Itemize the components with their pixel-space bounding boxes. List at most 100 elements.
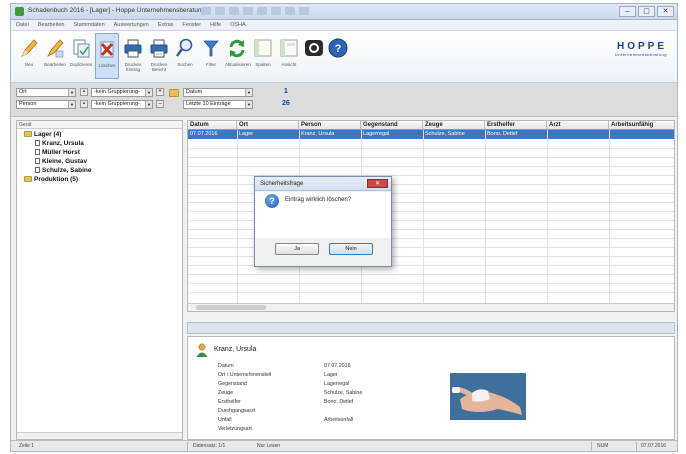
tree-item-kleine[interactable]: Kleine, Gustav bbox=[35, 158, 87, 165]
menu-stammdaten[interactable]: Stammdaten bbox=[73, 20, 104, 30]
quick-access-toolbar bbox=[201, 7, 371, 16]
menu-bearbeiten[interactable]: Bearbeiten bbox=[38, 20, 65, 30]
close-window-button[interactable]: ✕ bbox=[657, 6, 674, 17]
delete-icon bbox=[97, 38, 117, 60]
search-button[interactable]: Suchen bbox=[173, 33, 197, 79]
detail-value: Lagerregal bbox=[324, 381, 350, 387]
detail-value: Bono, Detlef bbox=[324, 399, 354, 405]
detail-value: Arbeitsunfall bbox=[324, 417, 354, 423]
delete-button[interactable]: Löschen bbox=[95, 33, 119, 79]
print-report-button[interactable]: Drucken Bericht bbox=[147, 33, 171, 79]
tree-header: Gerät bbox=[17, 121, 182, 129]
help-button[interactable]: ? bbox=[327, 33, 349, 79]
detail-label: Datum bbox=[218, 363, 234, 369]
quick-open-icon[interactable] bbox=[271, 7, 281, 15]
remove-filter-button[interactable]: – bbox=[156, 100, 164, 108]
quick-redo-icon[interactable] bbox=[229, 7, 239, 15]
detail-label: Zeuge bbox=[218, 390, 234, 396]
menu-auswertungen[interactable]: Auswertungen bbox=[114, 20, 149, 30]
app-window: Schadenbuch 2016 - [Lager] - Hoppe Unter… bbox=[10, 3, 678, 452]
group-field-2-select[interactable]: Person ▼ bbox=[16, 100, 76, 109]
column-header-gegenstand[interactable]: Gegenstand bbox=[361, 121, 423, 130]
menu-bar: Datei Bearbeiten Stammdaten Auswertungen… bbox=[11, 20, 677, 31]
print-entry-button[interactable]: Drucken Eintrag bbox=[121, 33, 145, 79]
add-filter-button[interactable]: + bbox=[156, 88, 164, 96]
chevron-down-icon: ▼ bbox=[68, 89, 75, 96]
refresh-icon bbox=[227, 37, 247, 59]
folder-icon bbox=[169, 89, 179, 97]
period-select[interactable]: Letzte 10 Einträge ▼ bbox=[183, 100, 253, 109]
filter-toggle-1[interactable]: ▪ bbox=[80, 88, 88, 96]
filter-toggle-2[interactable]: ▪ bbox=[80, 100, 88, 108]
quick-new-icon[interactable] bbox=[257, 7, 267, 15]
no-button[interactable]: Nein bbox=[329, 243, 373, 255]
filter-button[interactable]: Filter bbox=[199, 33, 223, 79]
column-header-datum[interactable]: Datum bbox=[188, 121, 237, 130]
status-num: NUM bbox=[597, 443, 609, 449]
column-header-arzt[interactable]: Arzt bbox=[547, 121, 609, 130]
app-icon bbox=[15, 7, 24, 16]
duplicate-button[interactable]: Duplizieren bbox=[69, 33, 93, 79]
person-icon bbox=[196, 343, 208, 357]
document-icon bbox=[35, 149, 40, 155]
grouping-2-select[interactable]: -kein Gruppierung- ▼ bbox=[91, 100, 153, 109]
detail-value: Lager bbox=[324, 372, 338, 378]
menu-fenster[interactable]: Fenster bbox=[182, 20, 201, 30]
help-icon: ? bbox=[328, 37, 348, 59]
tree-item-mueller[interactable]: Müller Horst bbox=[35, 149, 80, 156]
column-header-zeuge[interactable]: Zeuge bbox=[423, 121, 485, 130]
columns-button[interactable]: Spalten bbox=[251, 33, 275, 79]
detail-label: Gegenstand bbox=[218, 381, 247, 387]
svg-text:?: ? bbox=[335, 43, 342, 55]
grouping-1-select[interactable]: -kein Gruppierung- ▼ bbox=[91, 88, 153, 97]
tree-item-schulze[interactable]: Schulze, Sabine bbox=[35, 167, 92, 174]
tree-item-kranz[interactable]: Kranz, Ursula bbox=[35, 140, 84, 147]
cell-gegenstand: Lagerregal bbox=[363, 131, 390, 137]
quick-print-icon[interactable] bbox=[243, 7, 253, 15]
pencil-new-icon bbox=[19, 37, 39, 59]
quick-filter-icon[interactable] bbox=[285, 7, 295, 15]
detail-value: 07.07.2016 bbox=[324, 363, 351, 369]
refresh-button[interactable]: Aktualisieren bbox=[225, 33, 251, 79]
cell-zeuge: Schulze, Sabine bbox=[425, 131, 465, 137]
menu-hilfe[interactable]: Hilfe bbox=[210, 20, 221, 30]
column-header-person[interactable]: Person bbox=[299, 121, 361, 130]
tree-scrollbar[interactable] bbox=[17, 432, 182, 439]
maximize-button[interactable]: ▢ bbox=[638, 6, 655, 17]
panel-splitter[interactable] bbox=[187, 322, 675, 334]
grid-scrollbar-thumb[interactable] bbox=[196, 305, 266, 310]
injury-photo[interactable] bbox=[450, 373, 526, 420]
column-header-ort[interactable]: Ort bbox=[237, 121, 299, 130]
view-button[interactable]: Ansicht bbox=[277, 33, 301, 79]
document-icon bbox=[35, 158, 40, 164]
search-icon bbox=[175, 37, 195, 59]
camera-button[interactable] bbox=[303, 33, 325, 79]
detail-panel: Kranz, Ursula Datum 07.07.2016 Ort / Unt… bbox=[187, 336, 675, 440]
cell-datum: 07.07.2016 bbox=[190, 131, 218, 137]
group-field-1-select[interactable]: Ort ▼ bbox=[16, 88, 76, 97]
quick-undo-icon[interactable] bbox=[215, 7, 225, 15]
menu-extras[interactable]: Extras bbox=[158, 20, 174, 30]
grid-scrollbar[interactable] bbox=[188, 303, 674, 311]
yes-button[interactable]: Ja bbox=[275, 243, 319, 255]
window-controls: – ▢ ✕ bbox=[619, 6, 674, 17]
dialog-close-button[interactable]: ✕ bbox=[367, 179, 388, 188]
quick-save-icon[interactable] bbox=[201, 7, 211, 15]
column-header-ersthelfer[interactable]: Ersthelfer bbox=[485, 121, 547, 130]
camera-icon bbox=[304, 37, 324, 59]
tree-node-produktion[interactable]: Produktion (5) bbox=[24, 176, 78, 183]
status-bar: Zeile 1 Datensatz: 1/1 Nur Lesen NUM 07.… bbox=[11, 440, 677, 451]
menu-datei[interactable]: Datei bbox=[16, 20, 29, 30]
column-header-arbeitsunfaehig[interactable]: Arbeitsunfähig bbox=[609, 121, 674, 130]
menu-osha[interactable]: OSHA bbox=[230, 20, 246, 30]
duplicate-icon bbox=[71, 37, 91, 59]
date-field-select[interactable]: Datum ▼ bbox=[183, 88, 253, 97]
pencil-edit-icon bbox=[45, 37, 65, 59]
edit-button[interactable]: Bearbeiten bbox=[43, 33, 67, 79]
new-button[interactable]: Neu bbox=[17, 33, 41, 79]
minimize-button[interactable]: – bbox=[619, 6, 636, 17]
tree-node-lager[interactable]: Lager (4) bbox=[24, 131, 61, 138]
bandaged-hand-image bbox=[450, 373, 526, 420]
quick-help-icon[interactable] bbox=[299, 7, 309, 15]
confirm-delete-dialog: Sicherheitsfrage ✕ ? Eintrag wirklich lö… bbox=[254, 176, 392, 267]
